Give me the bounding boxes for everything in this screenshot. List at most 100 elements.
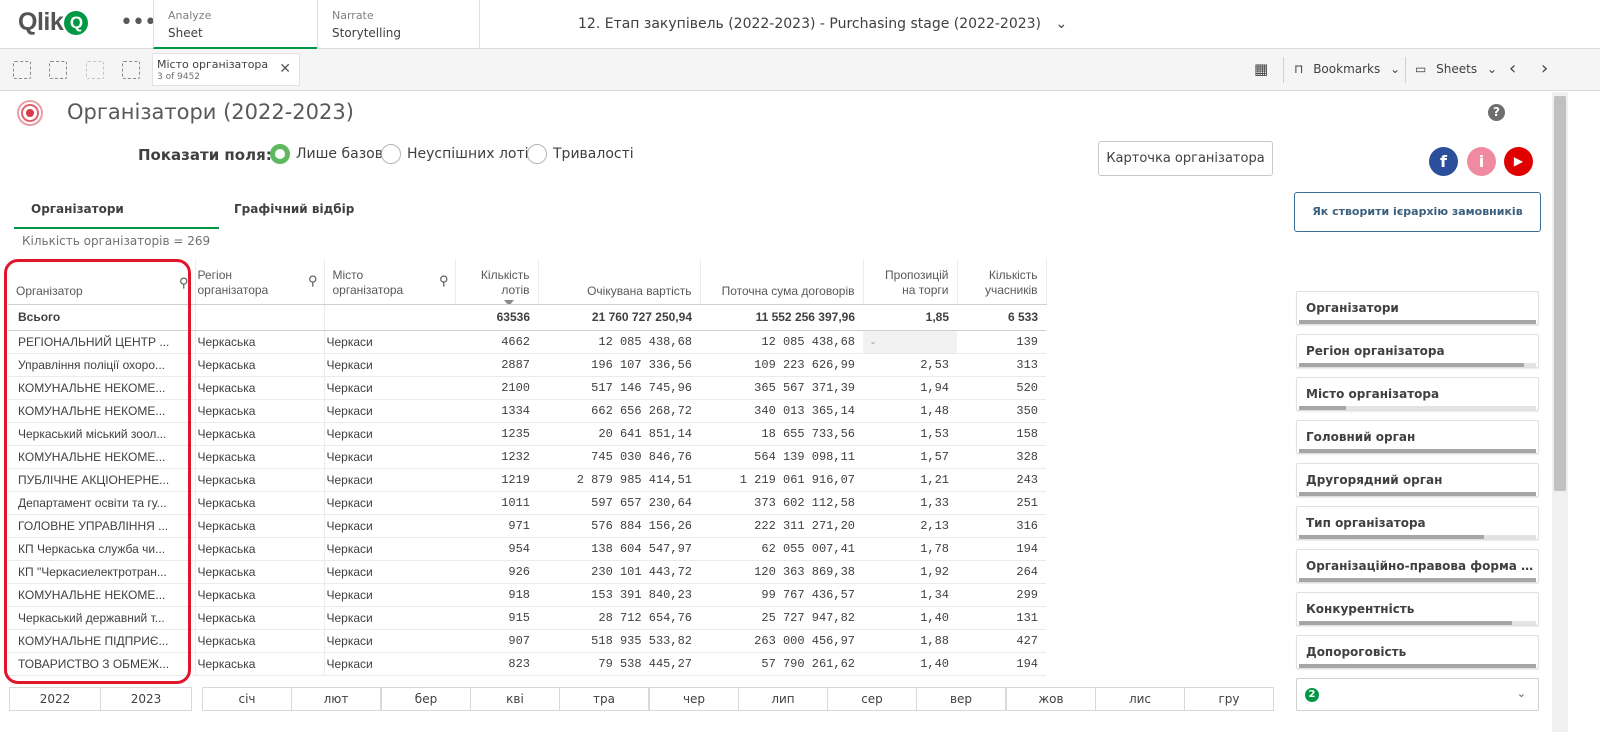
cell-region[interactable]: Черкаська — [194, 468, 324, 492]
help-icon[interactable]: ? — [1488, 104, 1505, 121]
bookmarks-button[interactable]: ⊓ Bookmarks ⌄ — [1294, 62, 1400, 76]
cell-region[interactable]: Черкаська — [194, 422, 324, 446]
cell-region[interactable]: Черкаська — [194, 376, 324, 400]
clear-selections-icon[interactable] — [122, 61, 140, 79]
filter-panel[interactable]: Конкурентність — [1296, 592, 1539, 626]
month-cell[interactable]: сер — [827, 687, 917, 711]
cell-city[interactable]: Черкаси — [323, 583, 455, 607]
filter-panel[interactable]: Організаційно-правова форма орг... — [1296, 549, 1539, 583]
cell-region[interactable]: Черкаська — [194, 491, 324, 515]
cell-city[interactable]: Черкаси — [323, 606, 455, 630]
cell-region[interactable]: Черкаська — [194, 560, 324, 584]
cell-city[interactable]: Черкаси — [323, 422, 455, 446]
cell-city[interactable]: Черкаси — [323, 330, 455, 354]
filter-panel[interactable]: Регіон організатора — [1296, 334, 1539, 368]
hierarchy-help-button[interactable]: Як створити ієрархію замовників — [1294, 192, 1541, 232]
cell-region[interactable]: Черкаська — [194, 399, 324, 423]
info-icon[interactable]: i — [1467, 147, 1496, 176]
cell-organizer[interactable]: КОМУНАЛЬНЕ НЕКОМЕ... — [8, 399, 195, 423]
scrollbar-thumb[interactable] — [1554, 96, 1566, 491]
filter-panel[interactable]: Місто організатора — [1296, 377, 1539, 411]
close-icon[interactable]: ✕ — [279, 61, 291, 77]
month-cell[interactable]: тра — [559, 687, 649, 711]
month-cell[interactable]: чер — [649, 687, 739, 711]
cell-organizer[interactable]: Черкаський державний т... — [8, 606, 195, 630]
cell-region[interactable]: Черкаська — [194, 514, 324, 538]
table-row[interactable]: КОМУНАЛЬНЕ НЕКОМЕ... Черкаська Черкаси 1334… — [8, 399, 1046, 423]
header-expected-value[interactable]: Очікувана вартість — [538, 259, 701, 305]
filter-panel[interactable]: Головний орган — [1296, 420, 1539, 454]
collapsed-filters-dropdown[interactable]: 2 ⌄ — [1296, 678, 1539, 711]
table-row[interactable]: ГОЛОВНЕ УПРАВЛІННЯ ... Черкаська Черкаси 97… — [8, 514, 1046, 538]
table-row[interactable]: КП "Черкасиелектротран... Черкаська Черкас… — [8, 560, 1046, 584]
cell-city[interactable]: Черкаси — [323, 537, 455, 561]
tab-narrate-storytelling[interactable]: Narrate Storytelling — [317, 0, 480, 49]
cell-region[interactable]: Черкаська — [194, 537, 324, 561]
step-forward-icon[interactable] — [86, 61, 104, 79]
search-icon[interactable]: ⚲ — [308, 273, 318, 288]
table-row[interactable]: Черкаський міський зоол... Черкаська Черка… — [8, 422, 1046, 446]
cell-organizer[interactable]: Департамент освіти та гу... — [8, 491, 195, 515]
month-cell[interactable]: жов — [1006, 687, 1096, 711]
sheets-button[interactable]: ▭ Sheets ⌄ — [1415, 62, 1497, 76]
subtab-graphic-selection[interactable]: Графічний відбір — [234, 202, 354, 216]
cell-city[interactable]: Черкаси — [323, 514, 455, 538]
month-cell[interactable]: січ — [202, 687, 292, 711]
filter-panel[interactable]: Другорядний орган — [1296, 463, 1539, 497]
search-icon[interactable]: ⚲ — [179, 275, 189, 291]
month-cell[interactable]: кві — [470, 687, 560, 711]
cell-organizer[interactable]: КОМУНАЛЬНЕ НЕКОМЕ... — [8, 445, 195, 469]
header-bids[interactable]: Пропозицій на торги — [863, 259, 958, 305]
subtab-organizers[interactable]: Організатори — [31, 202, 124, 216]
cell-organizer[interactable]: ПУБЛІЧНЕ АКЦІОНЕРНЕ... — [8, 468, 195, 492]
cell-organizer[interactable]: Управління поліції охоро... — [8, 353, 195, 377]
table-row[interactable]: КОМУНАЛЬНЕ ПІДПРИЄ... Черкаська Черкаси 907… — [8, 629, 1046, 653]
step-back-icon[interactable] — [49, 61, 67, 79]
header-region[interactable]: Регіон організатора ⚲ — [195, 259, 325, 305]
month-cell[interactable]: лют — [291, 687, 381, 711]
table-row[interactable]: Черкаський державний т... Черкаська Черкас… — [8, 606, 1046, 630]
search-icon[interactable]: ⚲ — [439, 273, 449, 288]
cell-region[interactable]: Черкаська — [194, 606, 324, 630]
cell-city[interactable]: Черкаси — [323, 491, 455, 515]
cell-region[interactable]: Черкаська — [194, 330, 324, 354]
cell-organizer[interactable]: КП Черкаська служба чи... — [8, 537, 195, 561]
table-row[interactable]: РЕГІОНАЛЬНИЙ ЦЕНТР ... Черкаська Черкаси 46… — [8, 330, 1046, 354]
qlik-logo[interactable]: Qlik Q — [18, 8, 89, 37]
cell-organizer[interactable]: КОМУНАЛЬНЕ НЕКОМЕ... — [8, 376, 195, 400]
cell-city[interactable]: Черкаси — [323, 652, 455, 676]
radio-durations[interactable] — [527, 144, 547, 164]
month-cell[interactable]: лис — [1095, 687, 1185, 711]
table-row[interactable]: ПУБЛІЧНЕ АКЦІОНЕРНЕ... Черкаська Черкаси 12… — [8, 468, 1046, 492]
cell-region[interactable]: Черкаська — [194, 629, 324, 653]
table-row[interactable]: Департамент освіти та гу... Черкаська Черк… — [8, 491, 1046, 515]
tab-analyze-sheet[interactable]: Analyze Sheet — [153, 0, 318, 49]
table-row[interactable]: КОМУНАЛЬНЕ НЕКОМЕ... Черкаська Черкаси 1232… — [8, 445, 1046, 469]
cell-organizer[interactable]: ТОВАРИСТВО З ОБМЕЖ... — [8, 652, 195, 676]
filter-panel[interactable]: Організатори — [1296, 291, 1539, 325]
cell-region[interactable]: Черкаська — [194, 445, 324, 469]
cell-region[interactable]: Черкаська — [194, 353, 324, 377]
previous-sheet-icon[interactable]: ‹ — [1509, 58, 1516, 79]
header-contract-sum[interactable]: Поточна сума договорів — [700, 259, 864, 305]
grid-icon[interactable]: ▦ — [1254, 60, 1268, 78]
youtube-icon[interactable]: ▶ — [1504, 147, 1533, 176]
cell-organizer[interactable]: Черкаський міський зоол... — [8, 422, 195, 446]
cell-organizer[interactable]: КОМУНАЛЬНЕ НЕКОМЕ... — [8, 583, 195, 607]
cell-city[interactable]: Черкаси — [323, 353, 455, 377]
cell-city[interactable]: Черкаси — [323, 399, 455, 423]
organizer-card-button[interactable]: Карточка організатора — [1098, 141, 1273, 176]
table-row[interactable]: КП Черкаська служба чи... Черкаська Черкас… — [8, 537, 1046, 561]
table-row[interactable]: Управління поліції охоро... Черкаська Черк… — [8, 353, 1046, 377]
header-participants[interactable]: Кількість учасників — [957, 259, 1047, 305]
cell-city[interactable]: Черкаси — [323, 376, 455, 400]
filter-panel[interactable]: Допороговість — [1296, 635, 1539, 669]
filter-panel[interactable]: Тип організатора — [1296, 506, 1539, 540]
month-cell[interactable]: бер — [381, 687, 471, 711]
month-cell[interactable]: гру — [1184, 687, 1274, 711]
cell-organizer[interactable]: КП "Черкасиелектротран... — [8, 560, 195, 584]
cell-organizer[interactable]: РЕГІОНАЛЬНИЙ ЦЕНТР ... — [8, 330, 195, 354]
cell-city[interactable]: Черкаси — [323, 445, 455, 469]
smart-search-icon[interactable] — [13, 61, 31, 79]
year-2023[interactable]: 2023 — [100, 687, 192, 711]
